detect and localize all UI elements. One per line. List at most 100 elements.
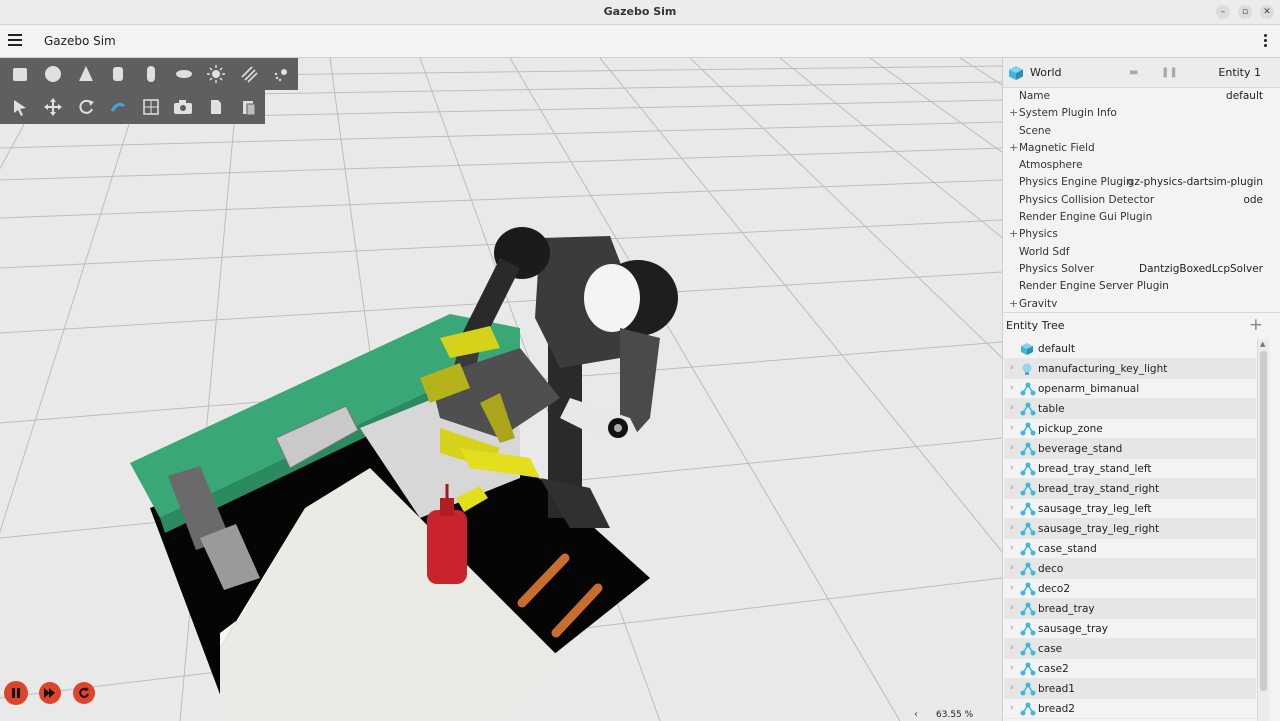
entity-name: deco	[1038, 563, 1064, 575]
entity-name: case	[1038, 643, 1063, 655]
scroll-up-icon[interactable]: ▲	[1260, 340, 1265, 348]
model-icon	[1020, 462, 1036, 479]
chevron-right-icon[interactable]: ›	[1010, 603, 1014, 613]
entity-tree-item[interactable]: › beverage_stand	[1004, 439, 1256, 459]
sun-light-icon[interactable]	[200, 58, 233, 90]
cylinder-icon[interactable]	[102, 58, 135, 90]
entity-tree-item[interactable]: › deco	[1004, 559, 1256, 579]
expand-plus-icon[interactable]: +	[1009, 141, 1018, 154]
transform-toolbar	[0, 90, 265, 124]
chevron-right-icon[interactable]: ›	[1010, 503, 1014, 513]
property-row[interactable]: + Physics	[1003, 226, 1280, 243]
translate-icon[interactable]	[37, 91, 70, 123]
hamburger-menu-icon[interactable]	[8, 34, 22, 46]
box-icon[interactable]	[4, 58, 37, 90]
chevron-right-icon[interactable]: ›	[1010, 683, 1014, 693]
zoom-level: 63.55 %	[936, 710, 974, 720]
entity-tree-item[interactable]: › pickup_zone	[1004, 419, 1256, 439]
select-icon[interactable]	[4, 91, 37, 123]
scrollbar-thumb[interactable]	[1260, 351, 1267, 691]
property-name: Scene	[1019, 124, 1052, 137]
chevron-right-icon[interactable]: ›	[1010, 703, 1014, 713]
cone-icon[interactable]	[69, 58, 102, 90]
entity-name: bread_tray_stand_right	[1038, 483, 1160, 495]
sphere-icon[interactable]	[37, 58, 70, 90]
minimize-icon[interactable]: –	[1216, 5, 1230, 19]
entity-name: default	[1038, 343, 1075, 355]
paste-icon[interactable]	[232, 91, 265, 123]
property-row[interactable]: + Gravity	[1003, 296, 1280, 307]
chevron-right-icon[interactable]: ›	[1010, 423, 1014, 433]
chevron-right-icon[interactable]: ›	[1010, 583, 1014, 593]
scene-viewport[interactable]: ‹ 63.55 %	[0, 58, 1002, 721]
property-name: Render Engine Server Plugin	[1019, 280, 1169, 293]
chevron-right-icon[interactable]: ›	[1010, 663, 1014, 673]
pause-button[interactable]	[4, 681, 28, 705]
expand-plus-icon[interactable]: +	[1009, 227, 1018, 240]
entity-tree-item[interactable]: › sausage_tray_leg_left	[1004, 499, 1256, 519]
model-icon	[1020, 442, 1036, 459]
expand-plus-icon[interactable]: +	[1009, 106, 1018, 119]
property-name: Name	[1019, 90, 1050, 102]
entity-tree-item[interactable]: › case_stand	[1004, 539, 1256, 559]
entity-tree-scrollbar[interactable]: ▲	[1257, 339, 1269, 721]
entity-name: bread2	[1038, 703, 1075, 715]
model-icon	[1020, 702, 1036, 719]
copy-icon[interactable]	[200, 91, 233, 123]
entity-tree-item[interactable]: › case	[1004, 639, 1256, 659]
snap-icon[interactable]	[102, 91, 135, 123]
entity-name: manufacturing_key_light	[1038, 363, 1168, 375]
ellipsoid-icon[interactable]	[167, 58, 200, 90]
light-icon	[1020, 362, 1034, 379]
property-row: World Sdf	[1003, 244, 1280, 261]
rotate-icon[interactable]	[69, 91, 102, 123]
capsule-icon[interactable]	[135, 58, 168, 90]
chevron-right-icon[interactable]: ›	[1010, 363, 1014, 373]
scene-3d-render[interactable]	[0, 58, 1002, 721]
close-icon[interactable]: ✕	[1260, 5, 1274, 19]
property-row: Physics Solver DantzigBoxedLcpSolver	[1003, 261, 1280, 278]
chevron-right-icon[interactable]: ›	[1010, 463, 1014, 473]
entity-name: sausage_tray_leg_right	[1038, 523, 1160, 535]
entity-tree-item[interactable]: › case2	[1004, 659, 1256, 679]
entity-tree-item[interactable]: › sausage_tray_leg_right	[1004, 519, 1256, 539]
chevron-right-icon[interactable]: ›	[1010, 403, 1014, 413]
spot-light-icon[interactable]	[265, 58, 298, 90]
camera-icon[interactable]	[167, 91, 200, 123]
directional-light-icon[interactable]	[233, 58, 266, 90]
property-row[interactable]: + Magnetic Field	[1003, 140, 1280, 157]
grid-icon[interactable]	[135, 91, 168, 123]
entity-tree-item[interactable]: › table	[1004, 399, 1256, 419]
model-icon	[1020, 562, 1036, 579]
entity-tree-item[interactable]: › bread2	[1004, 699, 1256, 719]
chevron-right-icon[interactable]: ›	[1010, 443, 1014, 453]
entity-name: bread1	[1038, 683, 1075, 695]
maximize-icon[interactable]: ▫	[1238, 5, 1252, 19]
entity-tree-item[interactable]: default	[1004, 339, 1256, 359]
entity-tree-item[interactable]: › bread_tray_stand_left	[1004, 459, 1256, 479]
entity-tree-item[interactable]: › openarm_bimanual	[1004, 379, 1256, 399]
property-row: Name default	[1003, 88, 1280, 105]
lock-icon[interactable]: ▬	[1129, 67, 1138, 78]
chevron-right-icon[interactable]: ›	[1010, 623, 1014, 633]
chevron-right-icon[interactable]: ›	[1010, 483, 1014, 493]
entity-tree-item[interactable]: › bread1	[1004, 679, 1256, 699]
reset-button[interactable]	[73, 682, 95, 704]
chevron-right-icon[interactable]: ›	[1010, 643, 1014, 653]
entity-tree-item[interactable]: › bread_tray	[1004, 599, 1256, 619]
entity-tree-item[interactable]: › manufacturing_key_light	[1004, 359, 1256, 379]
entity-tree-item[interactable]: › deco2	[1004, 579, 1256, 599]
entity-tree-item[interactable]: › bread_tray_stand_right	[1004, 479, 1256, 499]
chevron-left-icon[interactable]: ‹	[914, 709, 918, 720]
step-forward-button[interactable]	[39, 682, 61, 704]
property-row[interactable]: + System Plugin Info	[1003, 105, 1280, 122]
entity-tree-item[interactable]: › sausage_tray	[1004, 619, 1256, 639]
chevron-right-icon[interactable]: ›	[1010, 543, 1014, 553]
expand-plus-icon[interactable]: +	[1009, 297, 1018, 307]
chevron-right-icon[interactable]: ›	[1010, 523, 1014, 533]
add-entity-icon[interactable]: +	[1249, 315, 1263, 335]
chevron-right-icon[interactable]: ›	[1010, 383, 1014, 393]
more-options-icon[interactable]	[1264, 34, 1268, 49]
pause-icon[interactable]: ❚❚	[1161, 67, 1178, 78]
chevron-right-icon[interactable]: ›	[1010, 563, 1014, 573]
